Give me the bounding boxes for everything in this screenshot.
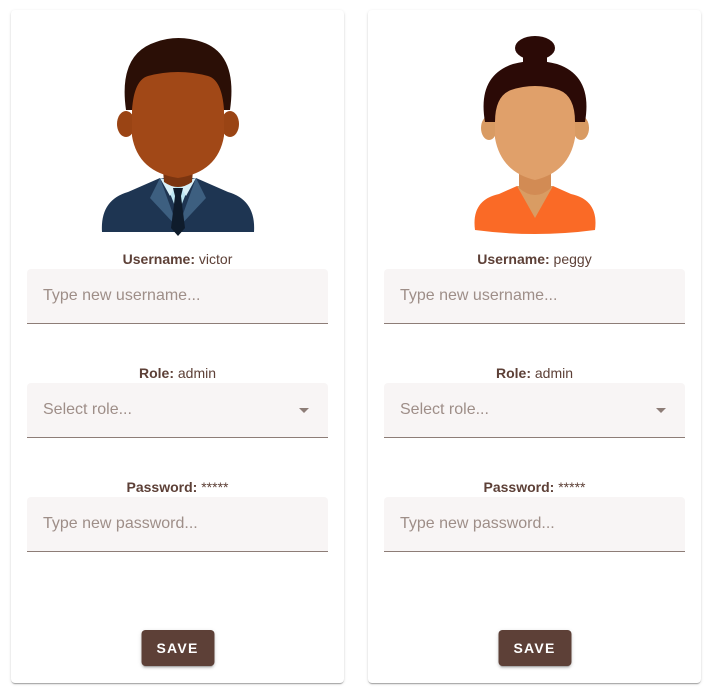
role-select[interactable]: Select role...: [27, 383, 328, 438]
username-field[interactable]: [384, 269, 685, 324]
role-display: Role: admin: [368, 365, 701, 381]
role-label: Role:: [495, 365, 531, 381]
save-button[interactable]: SAVE: [498, 630, 571, 666]
password-display: Password: *****: [11, 479, 344, 495]
username-input[interactable]: [43, 269, 303, 323]
dropdown-arrow-icon[interactable]: [299, 408, 309, 413]
password-label: Password:: [483, 479, 555, 495]
user-card-peggy: Username: peggy Role: admin Select role.…: [368, 10, 701, 683]
username-value: victor: [198, 251, 233, 267]
role-label: Role:: [138, 365, 174, 381]
role-value: admin: [534, 365, 574, 381]
password-label: Password:: [126, 479, 198, 495]
username-input[interactable]: [400, 269, 660, 323]
dropdown-arrow-icon[interactable]: [656, 408, 666, 413]
role-select[interactable]: Select role...: [384, 383, 685, 438]
username-display: Username: victor: [11, 251, 344, 267]
role-select-placeholder: Select role...: [400, 401, 489, 418]
password-input[interactable]: [43, 497, 303, 551]
role-display: Role: admin: [11, 365, 344, 381]
username-value: peggy: [553, 251, 592, 267]
save-button[interactable]: SAVE: [141, 630, 214, 666]
male-avatar-icon: [98, 32, 258, 236]
user-card-victor: Username: victor Role: admin Select role…: [11, 10, 344, 683]
username-display: Username: peggy: [368, 251, 701, 267]
female-avatar-icon: [455, 32, 615, 236]
password-value: *****: [558, 479, 586, 495]
password-value: *****: [201, 479, 229, 495]
password-input[interactable]: [400, 497, 660, 551]
password-field[interactable]: [384, 497, 685, 552]
password-field[interactable]: [27, 497, 328, 552]
password-display: Password: *****: [368, 479, 701, 495]
role-value: admin: [177, 365, 217, 381]
username-field[interactable]: [27, 269, 328, 324]
role-select-placeholder: Select role...: [43, 401, 132, 418]
username-label: Username:: [122, 251, 196, 267]
username-label: Username:: [477, 251, 550, 267]
